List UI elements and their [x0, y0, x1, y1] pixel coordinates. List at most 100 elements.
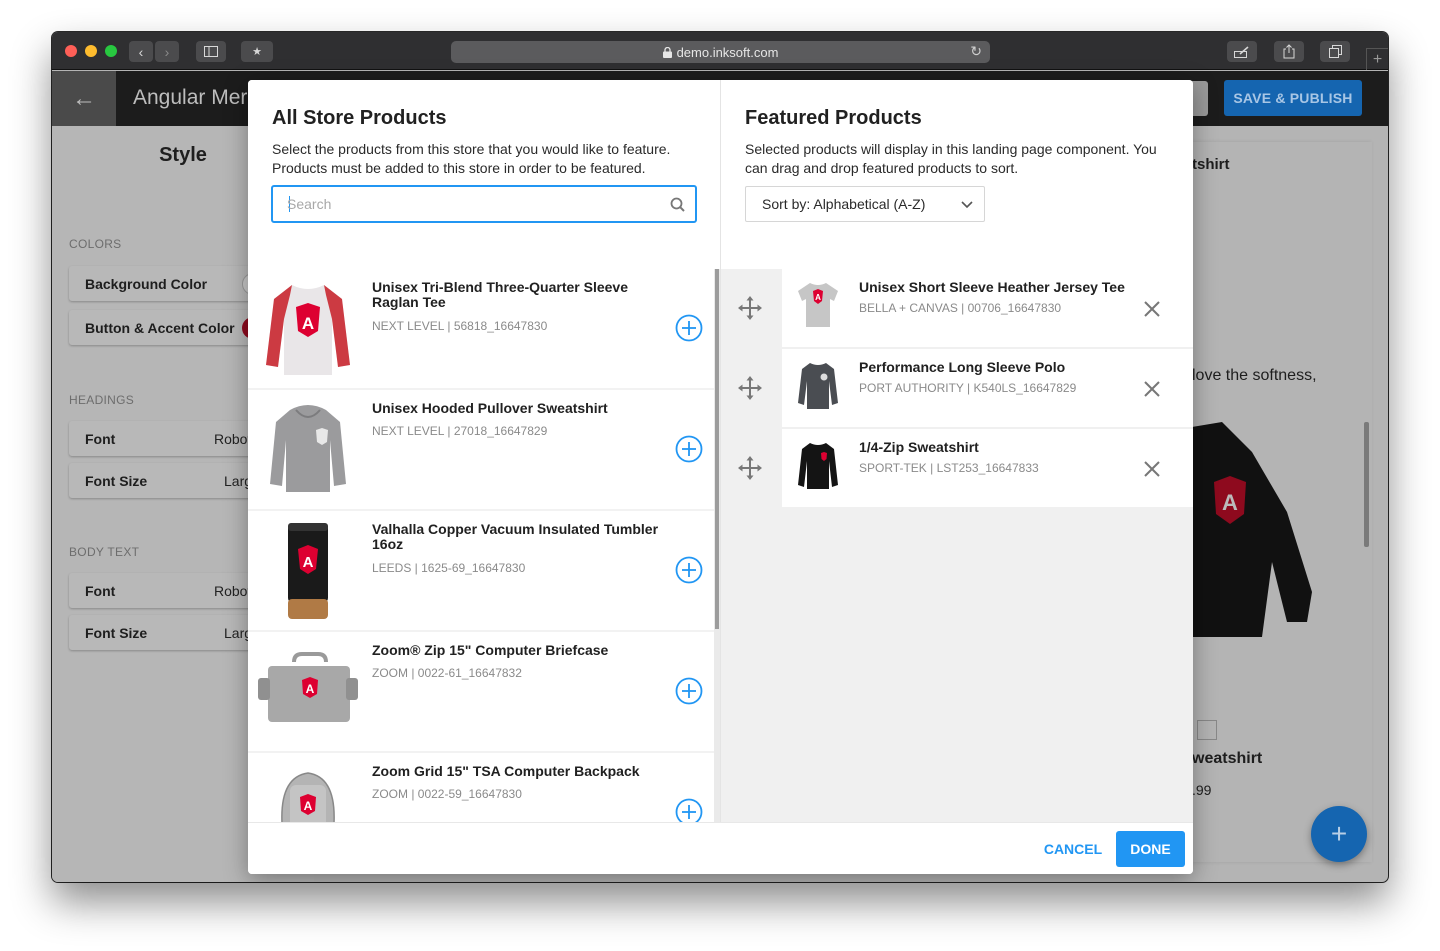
search-field[interactable] — [271, 185, 697, 223]
browser-window: ‹ › ★ demo.inksoft.com ↻ + ← Angular Mer… — [52, 32, 1388, 882]
option-label: Font — [85, 430, 116, 447]
add-circle-icon[interactable] — [675, 435, 703, 463]
store-products-list: A Unisex Tri-Blend Three-Quarter Sleeve … — [248, 269, 720, 822]
featured-product-name: Performance Long Sleeve Polo — [859, 359, 1066, 375]
featured-product-item[interactable]: A Unisex Short Sleeve Heather Jersey Tee… — [721, 269, 1193, 347]
product-sku: NEXT LEVEL | 56818_16647830 — [372, 319, 548, 333]
add-circle-icon[interactable] — [675, 314, 703, 342]
product-name: Unisex Hooded Pullover Sweatshirt — [372, 400, 608, 416]
store-product-item: Unisex Hooded Pullover Sweatshirt NEXT L… — [248, 390, 714, 509]
svg-text:A: A — [815, 293, 821, 302]
product-sku: ZOOM | 0022-59_16647830 — [372, 787, 522, 801]
body-font-row[interactable]: Font Roboto — [69, 573, 269, 608]
back-icon[interactable]: ‹ — [129, 41, 153, 62]
bookmark-icon[interactable]: ★ — [241, 41, 273, 62]
drag-move-icon[interactable] — [737, 455, 763, 481]
arrow-left-icon[interactable]: ← — [52, 71, 116, 126]
plus-icon[interactable]: + — [1311, 806, 1367, 862]
close-window-button[interactable] — [65, 45, 77, 57]
section-label-body-text: BODY TEXT — [69, 545, 140, 559]
drag-move-icon[interactable] — [737, 295, 763, 321]
new-tab-icon[interactable]: + — [1366, 48, 1388, 70]
search-input[interactable] — [287, 187, 657, 221]
forward-icon[interactable]: › — [155, 41, 179, 62]
svg-text:A: A — [302, 314, 314, 333]
featured-product-sku: SPORT-TEK | LST253_16647833 — [859, 461, 1039, 475]
done-button[interactable]: DONE — [1116, 831, 1185, 867]
sort-dropdown[interactable]: Sort by: Alphabetical (A-Z) — [745, 186, 985, 222]
product-name: Zoom® Zip 15" Computer Briefcase — [372, 642, 609, 658]
store-product-item: A Zoom® Zip 15" Computer Briefcase ZOOM … — [248, 632, 714, 751]
preview-product-price: .99 — [1192, 782, 1212, 798]
featured-products-title: Featured Products — [745, 107, 922, 129]
heading-font-size-row[interactable]: Font Size Large — [69, 463, 269, 498]
background-color-row[interactable]: Background Color — [69, 266, 269, 301]
section-label-colors: COLORS — [69, 237, 122, 251]
option-label: Background Color — [85, 275, 208, 292]
product-sku: LEEDS | 1625-69_16647830 — [372, 561, 526, 575]
sweatshirt-image: A — [1192, 422, 1312, 637]
svg-text:A: A — [304, 799, 313, 813]
reload-icon[interactable]: ↻ — [970, 43, 982, 60]
preview-body-text: love the softness, — [1192, 367, 1317, 384]
heading-font-row[interactable]: Font Roboto — [69, 421, 269, 456]
save-publish-button[interactable]: SAVE & PUBLISH — [1224, 80, 1362, 116]
preview-product-name: weatshirt — [1192, 750, 1263, 767]
tumbler-image: A — [288, 523, 328, 619]
quarter-zip-image — [798, 443, 838, 489]
add-circle-icon[interactable] — [675, 677, 703, 705]
featured-product-item[interactable]: Performance Long Sleeve Polo PORT AUTHOR… — [721, 349, 1193, 427]
close-icon[interactable] — [1143, 300, 1161, 318]
sort-selected-value: Sort by: Alphabetical (A-Z) — [762, 196, 926, 212]
markup-icon[interactable] — [1227, 41, 1257, 62]
body-font-size-row[interactable]: Font Size Large — [69, 615, 269, 650]
svg-text:A: A — [1222, 490, 1238, 515]
option-label: Font Size — [85, 472, 148, 489]
hoodie-image — [270, 405, 346, 492]
maximize-window-button[interactable] — [105, 45, 117, 57]
featured-product-item[interactable]: 1/4-Zip Sweatshirt SPORT-TEK | LST253_16… — [721, 429, 1193, 507]
color-option[interactable] — [1197, 720, 1217, 740]
option-label: Button & Accent Color — [85, 319, 235, 336]
cancel-button[interactable]: CANCEL — [1038, 831, 1108, 867]
url-text: demo.inksoft.com — [676, 44, 779, 60]
svg-text:A: A — [306, 682, 315, 696]
tee-image: A — [798, 283, 838, 327]
product-name: Zoom Grid 15" TSA Computer Backpack — [372, 763, 640, 779]
tabs-icon[interactable] — [1320, 41, 1350, 62]
chevron-down-icon — [961, 201, 973, 209]
raglan-tee-image: A — [266, 285, 350, 375]
sidebar-icon[interactable] — [196, 41, 226, 62]
share-icon[interactable] — [1274, 41, 1304, 62]
lock-icon — [662, 46, 672, 58]
address-bar[interactable]: demo.inksoft.com ↻ — [451, 41, 990, 63]
section-label-headings: HEADINGS — [69, 393, 135, 407]
store-product-item: A Zoom Grid 15" TSA Computer Backpack ZO… — [248, 753, 714, 822]
polo-image — [798, 363, 838, 409]
close-icon[interactable] — [1143, 380, 1161, 398]
product-sku: ZOOM | 0022-61_16647832 — [372, 666, 522, 680]
add-circle-icon[interactable] — [675, 798, 703, 822]
drag-move-icon[interactable] — [737, 375, 763, 401]
add-circle-icon[interactable] — [675, 556, 703, 584]
preview-scrollbar[interactable] — [1364, 422, 1369, 547]
featured-product-name: Unisex Short Sleeve Heather Jersey Tee — [859, 279, 1125, 295]
all-store-products-title: All Store Products — [272, 107, 447, 129]
products-scrollbar-thumb[interactable] — [715, 269, 719, 629]
briefcase-image: A — [258, 652, 358, 722]
option-label: Font — [85, 582, 116, 599]
accent-color-row[interactable]: Button & Accent Color — [69, 310, 269, 345]
search-icon[interactable] — [669, 196, 687, 214]
close-icon[interactable] — [1143, 460, 1161, 478]
featured-products-description: Selected products will display in this l… — [745, 141, 1157, 176]
page-preview: tshirt love the softness, A weatshirt .9… — [1192, 142, 1372, 862]
product-sku: NEXT LEVEL | 27018_16647829 — [372, 424, 548, 438]
all-store-products-description: Select the products from this store that… — [272, 141, 671, 176]
featured-product-sku: PORT AUTHORITY | K540LS_16647829 — [859, 381, 1077, 395]
featured-products-dialog: All Store Products Select the products f… — [248, 80, 1193, 874]
minimize-window-button[interactable] — [85, 45, 97, 57]
product-name: Unisex Tri-Blend Three-Quarter Sleeve Ra… — [372, 279, 628, 310]
preview-heading: tshirt — [1192, 156, 1230, 173]
product-name: Valhalla Copper Vacuum Insulated Tumbler… — [372, 521, 659, 552]
store-product-item: A Valhalla Copper Vacuum Insulated Tumbl… — [248, 511, 714, 630]
